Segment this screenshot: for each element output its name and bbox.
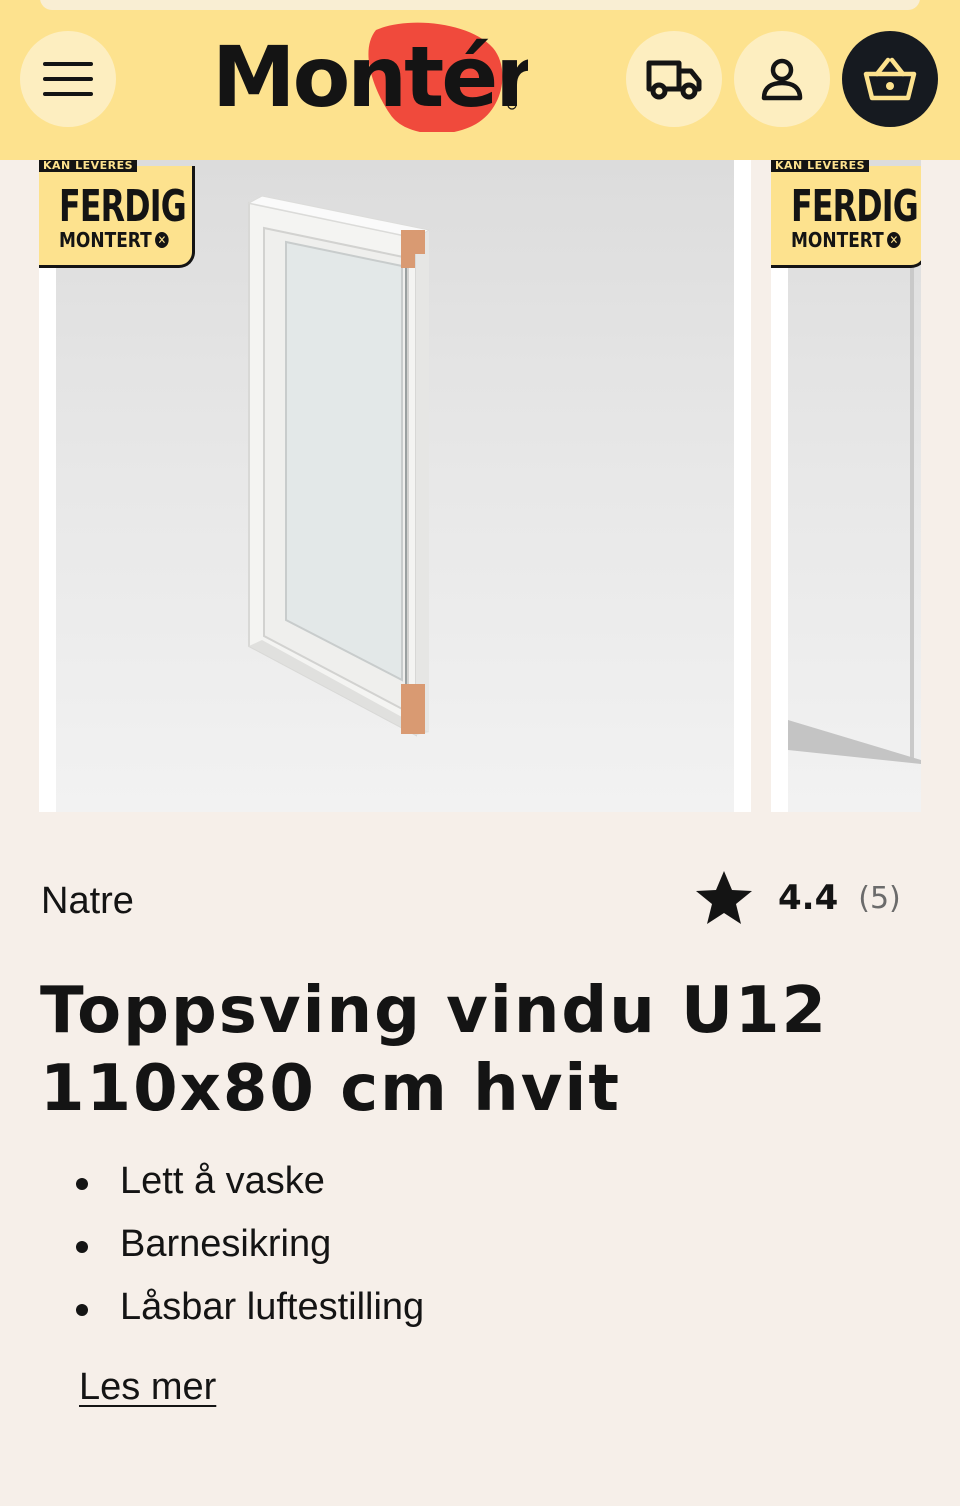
rating-value: 4.4 xyxy=(778,878,839,918)
badge-sub-text: MONTERT xyxy=(59,228,152,252)
star-icon xyxy=(696,871,752,924)
account-button[interactable] xyxy=(734,31,830,127)
feature-item: Låsbar luftestilling xyxy=(70,1276,424,1339)
user-icon xyxy=(761,58,803,101)
product-brand[interactable]: Natre xyxy=(41,880,134,923)
search-bar-edge[interactable] xyxy=(40,0,920,10)
badge-main-text: FERDIG xyxy=(791,181,919,232)
badge-top-text: KAN LEVERES xyxy=(771,160,870,172)
brand-name: Montér xyxy=(212,28,528,126)
badge-sub-line: MONTERT ✕ xyxy=(791,228,901,252)
product-image-slide-next[interactable]: KAN LEVERES FERDIG MONTERT ✕ xyxy=(771,160,921,812)
product-image-carousel[interactable]: KAN LEVERES FERDIG MONTERT ✕ KAN LEVERES… xyxy=(0,160,960,812)
product-rating[interactable]: 4.4 (5) xyxy=(694,868,901,928)
badge-sub-line: MONTERT ✕ xyxy=(59,228,169,252)
ferdig-montert-badge: KAN LEVERES FERDIG MONTERT ✕ xyxy=(39,160,195,268)
delivery-button[interactable] xyxy=(626,31,722,127)
hamburger-icon xyxy=(43,62,93,96)
feature-item: Lett å vaske xyxy=(70,1150,424,1213)
product-image-slide[interactable]: KAN LEVERES FERDIG MONTERT ✕ xyxy=(39,160,751,812)
rating-count: (5) xyxy=(858,880,901,916)
brand-logo[interactable]: Montér xyxy=(208,22,528,132)
badge-top-text: KAN LEVERES xyxy=(39,160,138,172)
cart-button[interactable] xyxy=(842,31,938,127)
badge-main-text: FERDIG xyxy=(59,181,187,232)
site-header: Montér xyxy=(0,0,960,160)
feature-item: Barnesikring xyxy=(70,1213,424,1276)
product-title: Toppsving vindu U12 110x80 cm hvit xyxy=(40,974,829,1126)
feature-list: Lett å vaske Barnesikring Låsbar luftest… xyxy=(70,1150,424,1339)
badge-sub-text: MONTERT xyxy=(791,228,884,252)
read-more-link[interactable]: Les mer xyxy=(79,1366,216,1409)
close-circle-icon: ✕ xyxy=(887,232,901,248)
truck-icon xyxy=(646,60,702,100)
ferdig-montert-badge: KAN LEVERES FERDIG MONTERT ✕ xyxy=(771,160,921,268)
menu-button[interactable] xyxy=(20,31,116,127)
close-circle-icon: ✕ xyxy=(155,232,169,248)
basket-icon xyxy=(863,57,917,101)
